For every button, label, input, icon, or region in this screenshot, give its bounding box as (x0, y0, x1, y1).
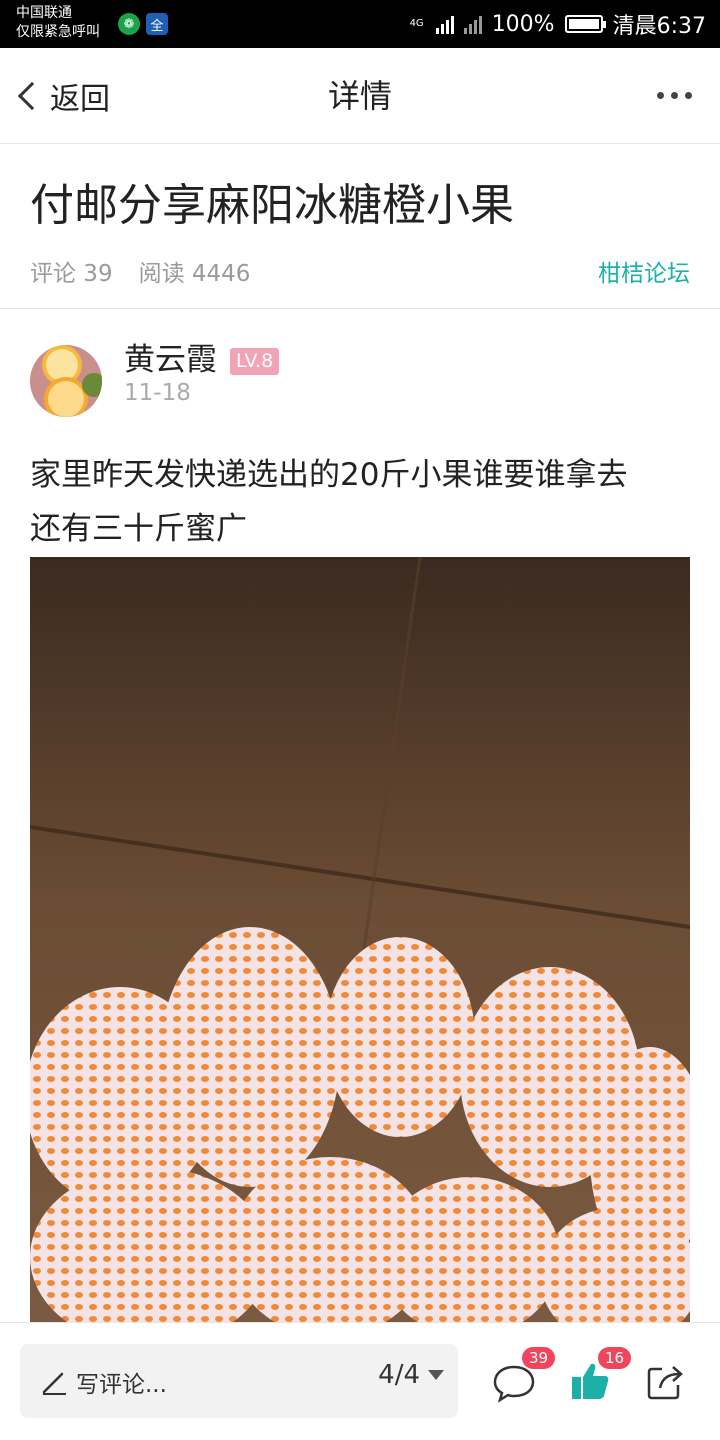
wechat-like-icon: ❁ (118, 13, 140, 35)
comment-button[interactable]: 39 (492, 1347, 556, 1403)
carrier-status: 仅限紧急呼叫 (16, 24, 100, 40)
more-options-icon[interactable] (657, 92, 692, 99)
comment-bubble-icon (493, 1365, 535, 1403)
like-button[interactable]: 16 (570, 1347, 632, 1401)
signal-2-icon (463, 14, 482, 34)
like-count-badge: 16 (598, 1347, 632, 1369)
page-selector[interactable]: 4/4 (378, 1360, 444, 1390)
post-date: 11-18 (124, 380, 191, 406)
battery-icon (564, 15, 606, 33)
status-bar: 中国联通 仅限紧急呼叫 ❁ 全 4G 100% 清晨6:37 (0, 0, 720, 48)
divider (0, 308, 720, 309)
post-body-line: 还有三十斤蜜广 (30, 511, 247, 547)
post-body-line: 家里昨天发快递选出的20斤小果谁要谁拿去 (30, 457, 628, 493)
quan-icon: 全 (146, 13, 168, 35)
level-badge: LV.8 (230, 348, 280, 375)
share-icon (647, 1366, 683, 1400)
page-title: 详情 (327, 77, 392, 115)
signal-icon (435, 14, 454, 34)
carrier-info: 中国联通 仅限紧急呼叫 (16, 4, 100, 42)
post-body: 家里昨天发快递选出的20斤小果谁要谁拿去 还有三十斤蜜广 (30, 448, 694, 556)
caret-down-icon (428, 1370, 444, 1380)
comment-count-label: 评论 39 (30, 261, 113, 287)
comment-count-badge: 39 (522, 1347, 556, 1369)
nav-bar: 返回 详情 (0, 48, 720, 144)
battery-percent: 100% (491, 11, 555, 37)
forum-link[interactable]: 柑桔论坛 (598, 254, 690, 288)
read-count-label: 阅读 4446 (138, 261, 251, 287)
author-name[interactable]: 黄云霞 (124, 338, 217, 382)
pen-icon (42, 1372, 66, 1395)
network-type: 4G (409, 18, 424, 29)
comment-placeholder: 写评论... (76, 1372, 167, 1398)
post-title: 付邮分享麻阳冰糖橙小果 (30, 180, 514, 231)
share-button[interactable] (646, 1363, 684, 1401)
bottom-action-bar: 写评论... 4/4 39 16 (0, 1322, 720, 1440)
write-comment-input[interactable]: 写评论... 4/4 (20, 1344, 458, 1418)
post-image[interactable] (30, 557, 690, 1322)
clock: 清晨6:37 (612, 14, 706, 39)
avatar[interactable] (30, 345, 102, 417)
status-app-icons: ❁ 全 (118, 13, 168, 35)
page-indicator: 4/4 (378, 1360, 420, 1390)
post-meta: 评论 39 阅读 4446 (30, 254, 250, 288)
carrier-name: 中国联通 (16, 5, 72, 21)
status-right: 4G 100% 清晨6:37 (410, 0, 706, 48)
